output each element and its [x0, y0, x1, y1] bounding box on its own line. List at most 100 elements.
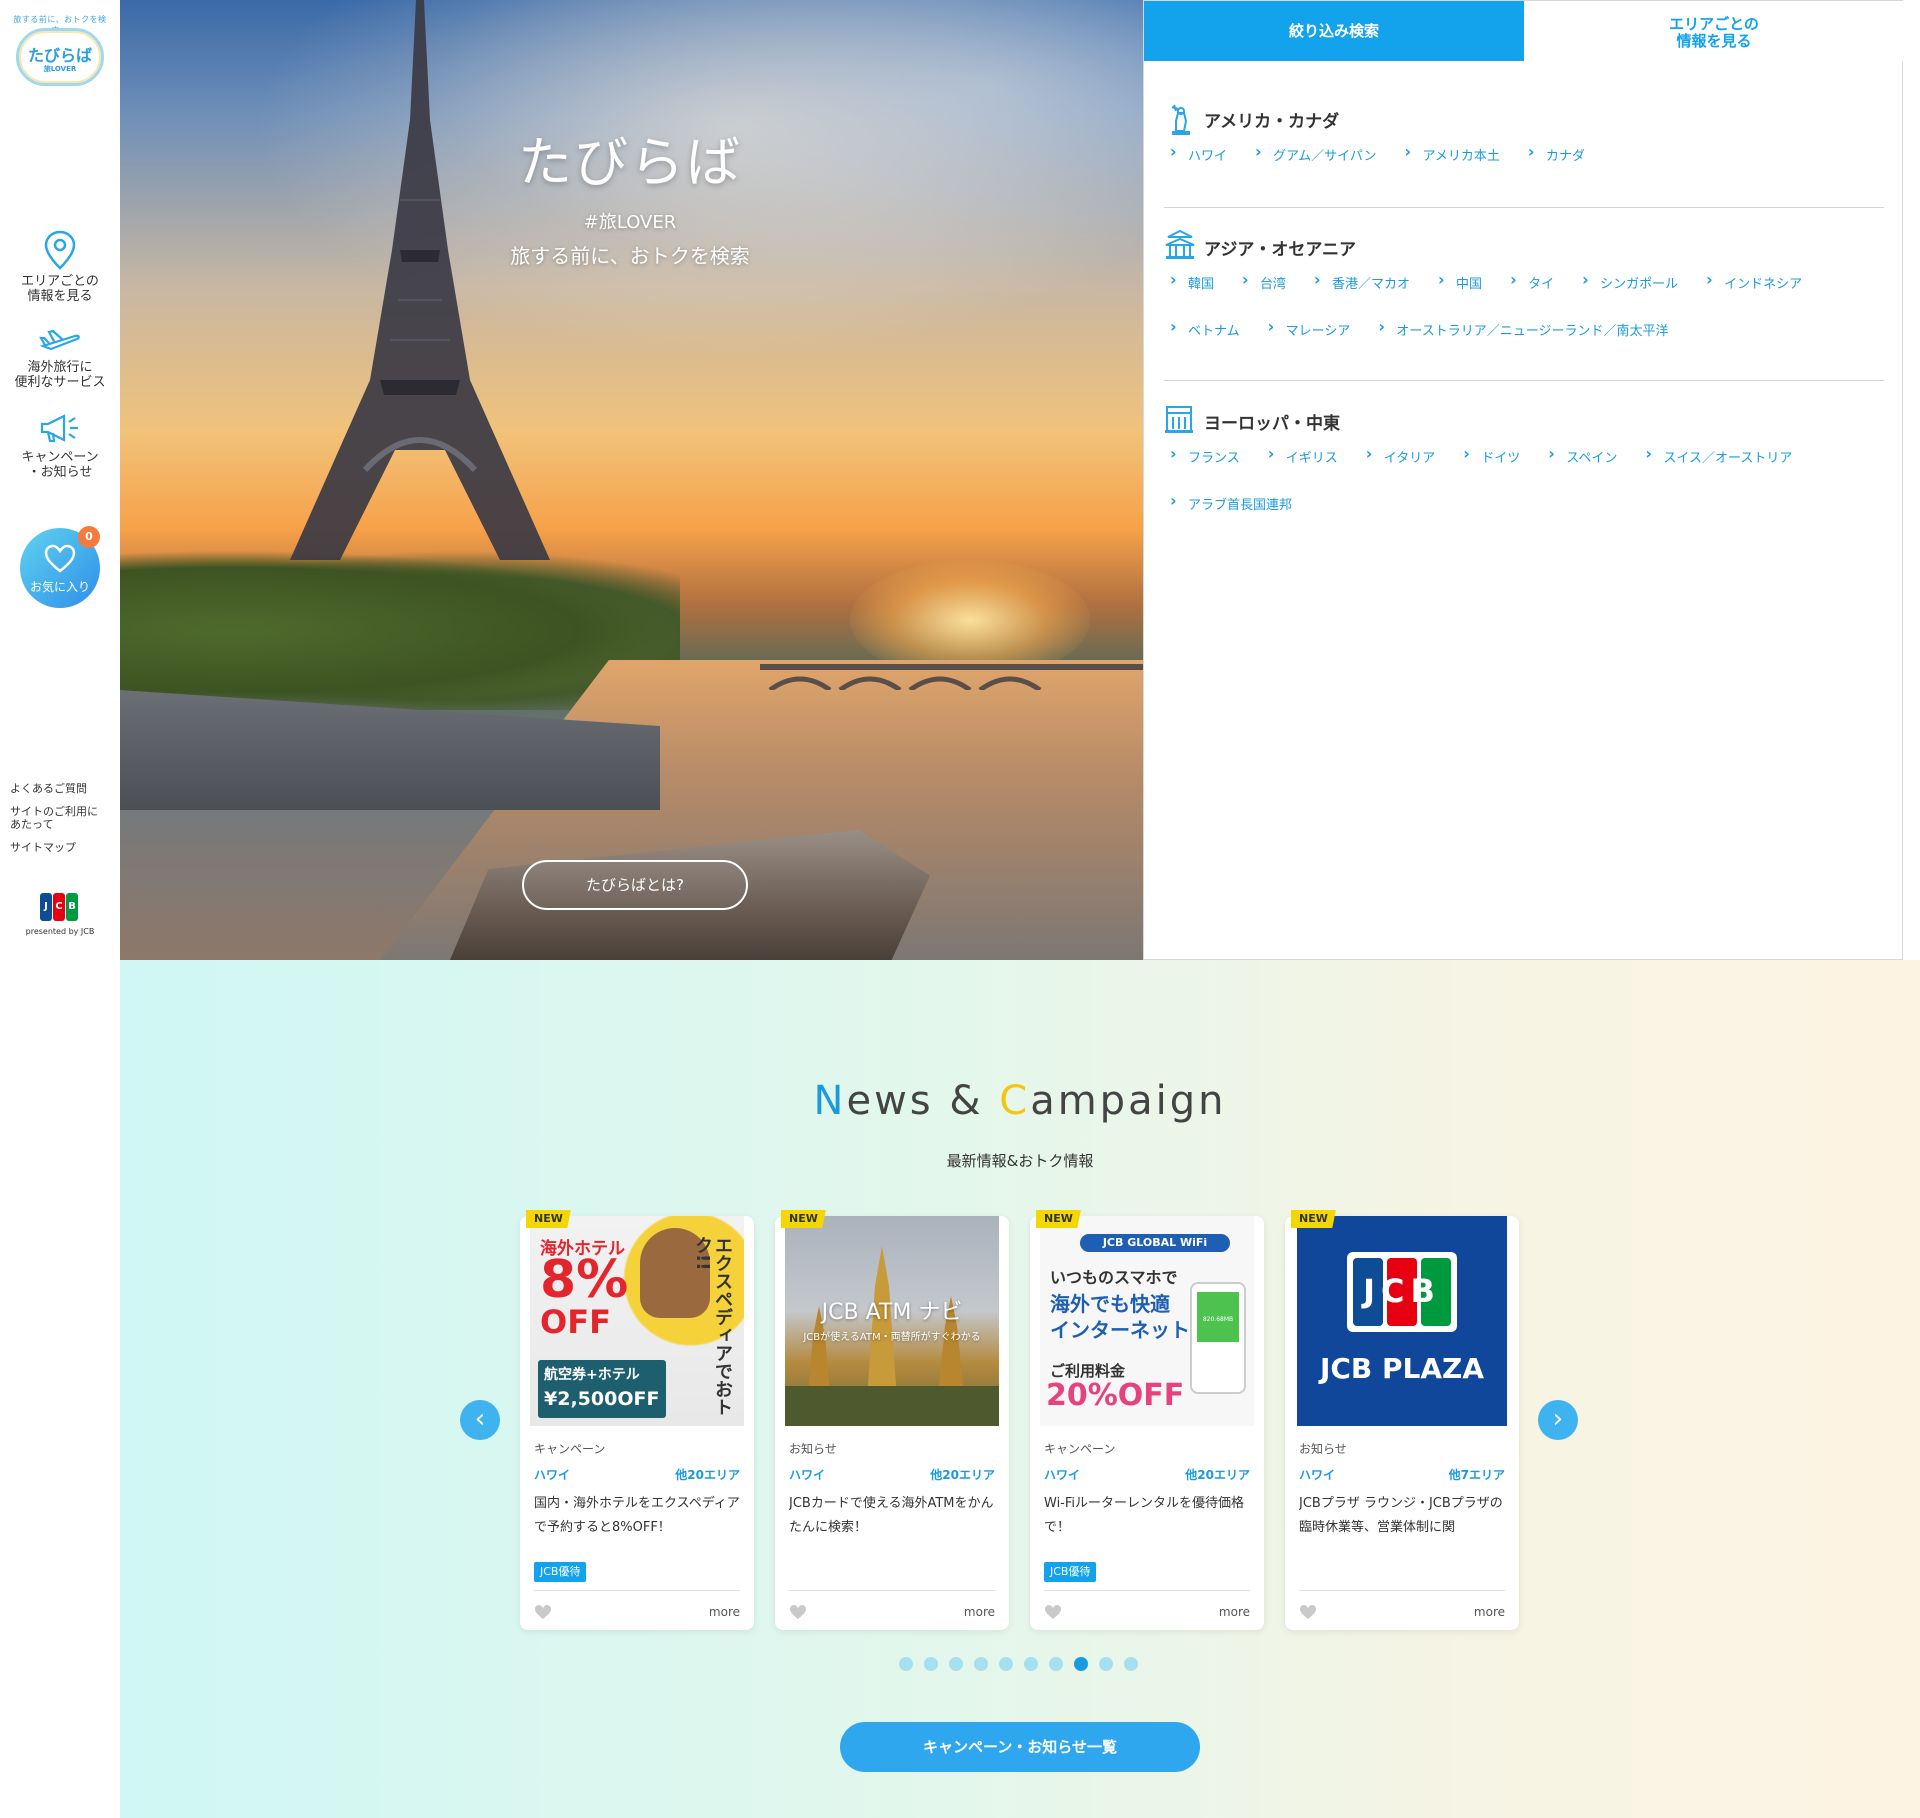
carousel-dot[interactable] — [899, 1657, 913, 1671]
carousel-next-button[interactable]: › — [1538, 1400, 1578, 1440]
carousel-dot[interactable] — [974, 1657, 988, 1671]
card-description: 国内・海外ホテルをエクスペディアで予約すると8%OFF！ — [534, 1496, 740, 1535]
area-link-guam-saipan[interactable]: グアム／サイパン — [1249, 142, 1376, 164]
title-letter-c: C — [999, 1078, 1031, 1124]
favorites-label: お気に入り — [29, 580, 90, 594]
faq-link[interactable]: よくあるご質問 — [10, 782, 115, 795]
area-link-korea[interactable]: 韓国 — [1164, 270, 1214, 292]
sidebar-item-campaign[interactable]: キャンペーン ・お知らせ — [0, 412, 120, 480]
area-link-spain[interactable]: スペイン — [1542, 444, 1617, 466]
area-link-uk[interactable]: イギリス — [1262, 444, 1338, 466]
thumb-text: インターネット — [1050, 1318, 1190, 1342]
area-link-singapore[interactable]: シンガポール — [1576, 270, 1678, 292]
jcb-logo-c: C — [53, 893, 65, 921]
card-thumbnail-jcb-plaza: JCB JCB PLAZA — [1297, 1216, 1507, 1426]
more-link[interactable]: more — [1474, 1605, 1505, 1619]
news-card[interactable]: NEW 海外ホテル 8% OFF エクスペディアでおトク!! 航空券+ホテル ¥… — [520, 1210, 754, 1630]
carousel-dot[interactable] — [1124, 1657, 1138, 1671]
tab-area-info[interactable]: エリアごとの 情報を見る — [1524, 1, 1904, 61]
thumb-text: 航空券+ホテル — [544, 1367, 640, 1383]
card-divider — [534, 1590, 740, 1591]
sidebar: 旅する前に、おトクを検索。 たびらば 旅LOVER エリアごとの 情報を見る 海… — [0, 0, 120, 960]
sidebar-item-services[interactable]: 海外旅行に 便利なサービス — [0, 328, 120, 390]
thumb-text: 8% — [540, 1250, 629, 1310]
carousel-dot[interactable] — [1099, 1657, 1113, 1671]
tab-filter-search[interactable]: 絞り込み検索 — [1144, 1, 1524, 61]
area-link-hongkong-macau[interactable]: 香港／マカオ — [1308, 270, 1410, 292]
card-other-areas: 他20エリア — [930, 1468, 995, 1482]
carousel-dot[interactable] — [924, 1657, 938, 1671]
card-divider — [1044, 1590, 1250, 1591]
carousel-dot[interactable] — [1074, 1657, 1088, 1671]
area-link-italy[interactable]: イタリア — [1360, 444, 1435, 466]
area-link-france[interactable]: フランス — [1164, 444, 1240, 466]
sidebar-item-area-info[interactable]: エリアごとの 情報を見る — [0, 230, 120, 304]
carousel-prev-button[interactable]: ‹ — [460, 1400, 500, 1440]
european-building-icon — [1165, 406, 1193, 433]
news-card[interactable]: NEW JCB JCB PLAZA お知らせ ハワイ 他7エリア JCBプラザ … — [1285, 1210, 1519, 1630]
news-section-title: News & Campaign — [120, 1078, 1920, 1124]
area-link-thailand[interactable]: タイ — [1504, 270, 1554, 292]
sidebar-footer-links: よくあるご質問 サイトのご利用に あたって サイトマップ — [10, 782, 115, 864]
title-part-ews: ews & — [846, 1078, 1000, 1124]
sitemap-link[interactable]: サイトマップ — [10, 841, 115, 854]
site-logo[interactable]: 旅する前に、おトクを検索。 たびらば 旅LOVER — [10, 8, 110, 88]
carousel-dot[interactable] — [999, 1657, 1013, 1671]
heart-icon[interactable] — [789, 1604, 807, 1620]
chevron-right-icon: › — [1552, 1404, 1564, 1434]
eiffel-tower — [290, 0, 550, 560]
heart-icon[interactable] — [1044, 1604, 1062, 1620]
area-link-china[interactable]: 中国 — [1432, 270, 1482, 292]
card-divider — [789, 1590, 995, 1591]
logo-sub: 旅LOVER — [43, 65, 77, 73]
news-card[interactable]: NEW JCB ATM ナビ JCBが使えるATM・両替所がすぐわかる お知らせ… — [775, 1210, 1009, 1630]
area-link-malaysia[interactable]: マレーシア — [1262, 317, 1351, 339]
terms-link[interactable]: サイトのご利用に あたって — [10, 805, 115, 831]
new-badge: NEW — [1036, 1210, 1081, 1228]
area-link-canada[interactable]: カナダ — [1522, 142, 1585, 164]
title-part-ampaign: ampaign — [1030, 1078, 1227, 1124]
region-europe-middle-east: ヨーロッパ・中東 フランスイギリスイタリアドイツスペインスイス／オーストリアアラ… — [1164, 403, 1884, 541]
logo-name: たびらば — [27, 46, 92, 65]
card-area: ハワイ — [534, 1468, 571, 1482]
region-links: 韓国台湾香港／マカオ中国タイシンガポールインドネシアベトナムマレーシアオーストラ… — [1164, 270, 1884, 367]
region-header: アメリカ・カナダ — [1164, 101, 1884, 135]
area-link-oceania[interactable]: オーストラリア／ニュージーランド／南太平洋 — [1372, 317, 1668, 339]
hero-bridge — [760, 664, 1143, 690]
new-badge: NEW — [781, 1210, 826, 1228]
area-link-taiwan[interactable]: 台湾 — [1236, 270, 1286, 292]
news-card[interactable]: NEW JCB GLOBAL WiFi いつものスマホで 海外でも快適 インター… — [1030, 1210, 1264, 1630]
thumb-text: 海外でも快適 — [1050, 1292, 1170, 1316]
favorites-button[interactable]: お気に入り 0 — [20, 526, 100, 608]
area-link-hawaii[interactable]: ハワイ — [1164, 142, 1227, 164]
heart-icon[interactable] — [1299, 1604, 1317, 1620]
carousel-dot[interactable] — [949, 1657, 963, 1671]
more-link[interactable]: more — [964, 1605, 995, 1619]
carousel-dot[interactable] — [1049, 1657, 1063, 1671]
news-section-subtitle: 最新情報&おトク情報 — [946, 1152, 1094, 1170]
area-link-usa-mainland[interactable]: アメリカ本土 — [1399, 142, 1500, 164]
thumb-text: いつものスマホで — [1050, 1268, 1178, 1287]
about-button[interactable]: たびらばとは? — [522, 860, 748, 910]
chevron-left-icon: ‹ — [474, 1404, 486, 1434]
more-link[interactable]: more — [709, 1605, 740, 1619]
card-category: キャンペーン — [534, 1442, 606, 1456]
favorites-count-badge: 0 — [78, 526, 100, 548]
more-link[interactable]: more — [1219, 1605, 1250, 1619]
heart-icon[interactable] — [534, 1604, 552, 1620]
area-link-uae[interactable]: アラブ首長国連邦 — [1164, 491, 1292, 513]
card-other-areas: 他7エリア — [1448, 1468, 1505, 1482]
map-pin-icon — [44, 230, 76, 270]
area-link-germany[interactable]: ドイツ — [1457, 444, 1520, 466]
campaign-list-button[interactable]: キャンペーン・お知らせ一覧 — [840, 1722, 1200, 1772]
thumb-text: JCB PLAZA — [1319, 1352, 1485, 1385]
jcb-logo[interactable]: J C B — [40, 893, 78, 921]
area-link-vietnam[interactable]: ベトナム — [1164, 317, 1240, 339]
card-divider — [1299, 1590, 1505, 1591]
area-link-swiss-austria[interactable]: スイス／オーストリア — [1639, 444, 1792, 466]
carousel-dot[interactable] — [1024, 1657, 1038, 1671]
hero-hashtag: #旅LOVER — [583, 212, 677, 233]
card-category: お知らせ — [1299, 1442, 1347, 1456]
area-link-indonesia[interactable]: インドネシア — [1700, 270, 1802, 292]
card-description: JCBプラザ ラウンジ・JCBプラザの臨時休業等、営業体制に関 — [1299, 1496, 1503, 1535]
